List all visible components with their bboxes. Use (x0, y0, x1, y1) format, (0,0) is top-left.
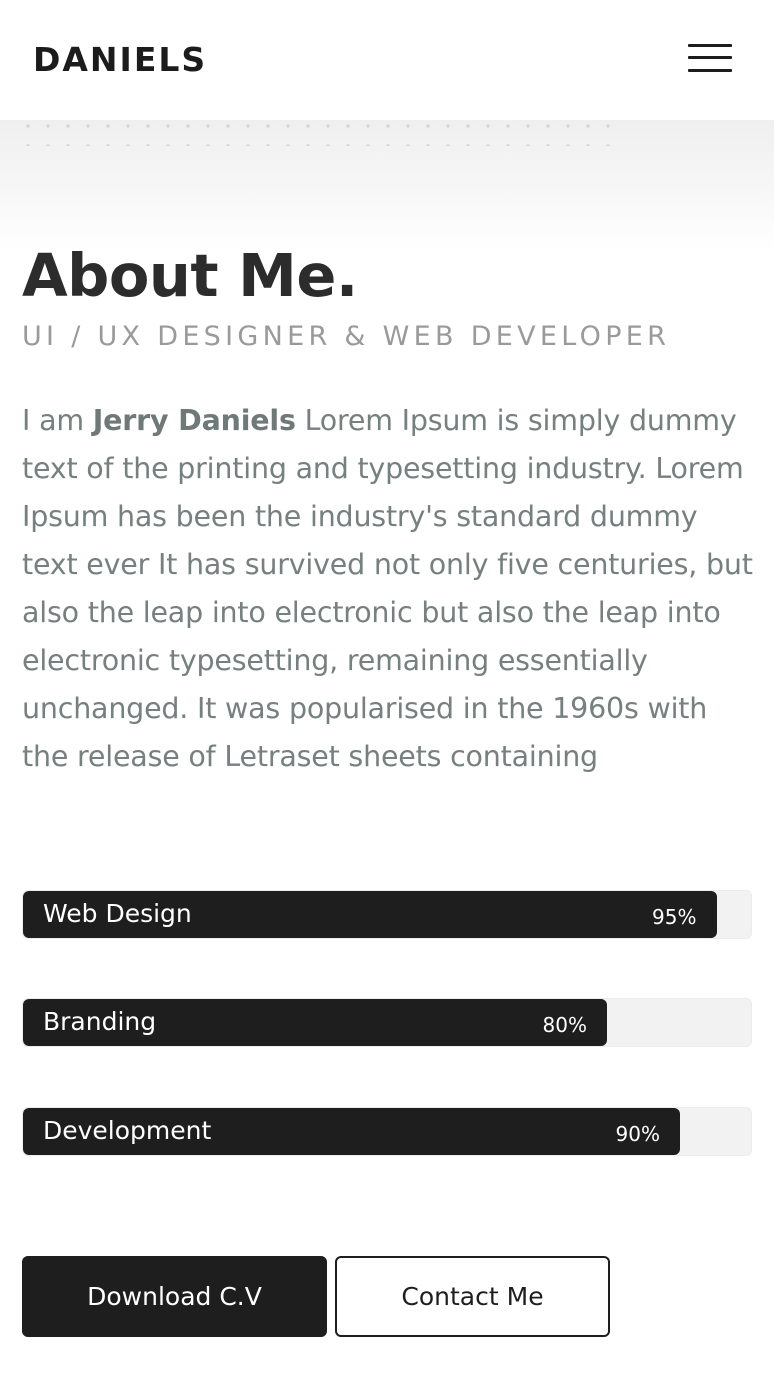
hamburger-menu-icon[interactable] (688, 44, 732, 74)
site-logo[interactable]: DANIELS (33, 38, 207, 82)
download-cv-button[interactable]: Download C.V (22, 1256, 327, 1337)
bio-paragraph: I am Jerry Daniels Lorem Ipsum is simply… (22, 397, 757, 781)
contact-me-button[interactable]: Contact Me (335, 1256, 610, 1337)
menu-line (688, 56, 732, 59)
site-header: DANIELS (0, 0, 774, 120)
bio-name: Jerry Daniels (92, 404, 296, 437)
page-subtitle: UI / UX DESIGNER & WEB DEVELOPER (22, 321, 671, 352)
dot-pattern-decoration (18, 116, 610, 146)
skill-bar-web-design: Web Design 95% (22, 890, 752, 939)
skill-percent: 90% (615, 1122, 660, 1146)
skill-bar-development: Development 90% (22, 1107, 752, 1156)
skill-label: Web Design (43, 899, 192, 928)
page-title: About Me. (22, 241, 358, 310)
menu-line (688, 44, 732, 47)
skill-label: Branding (43, 1007, 157, 1036)
skill-bar-branding: Branding 80% (22, 998, 752, 1047)
skill-percent: 95% (652, 905, 697, 929)
skill-percent: 80% (542, 1013, 587, 1037)
bio-prefix: I am (22, 404, 93, 437)
menu-line (688, 69, 732, 72)
bio-text: Lorem Ipsum is simply dummy text of the … (22, 404, 753, 773)
skill-label: Development (43, 1116, 212, 1145)
